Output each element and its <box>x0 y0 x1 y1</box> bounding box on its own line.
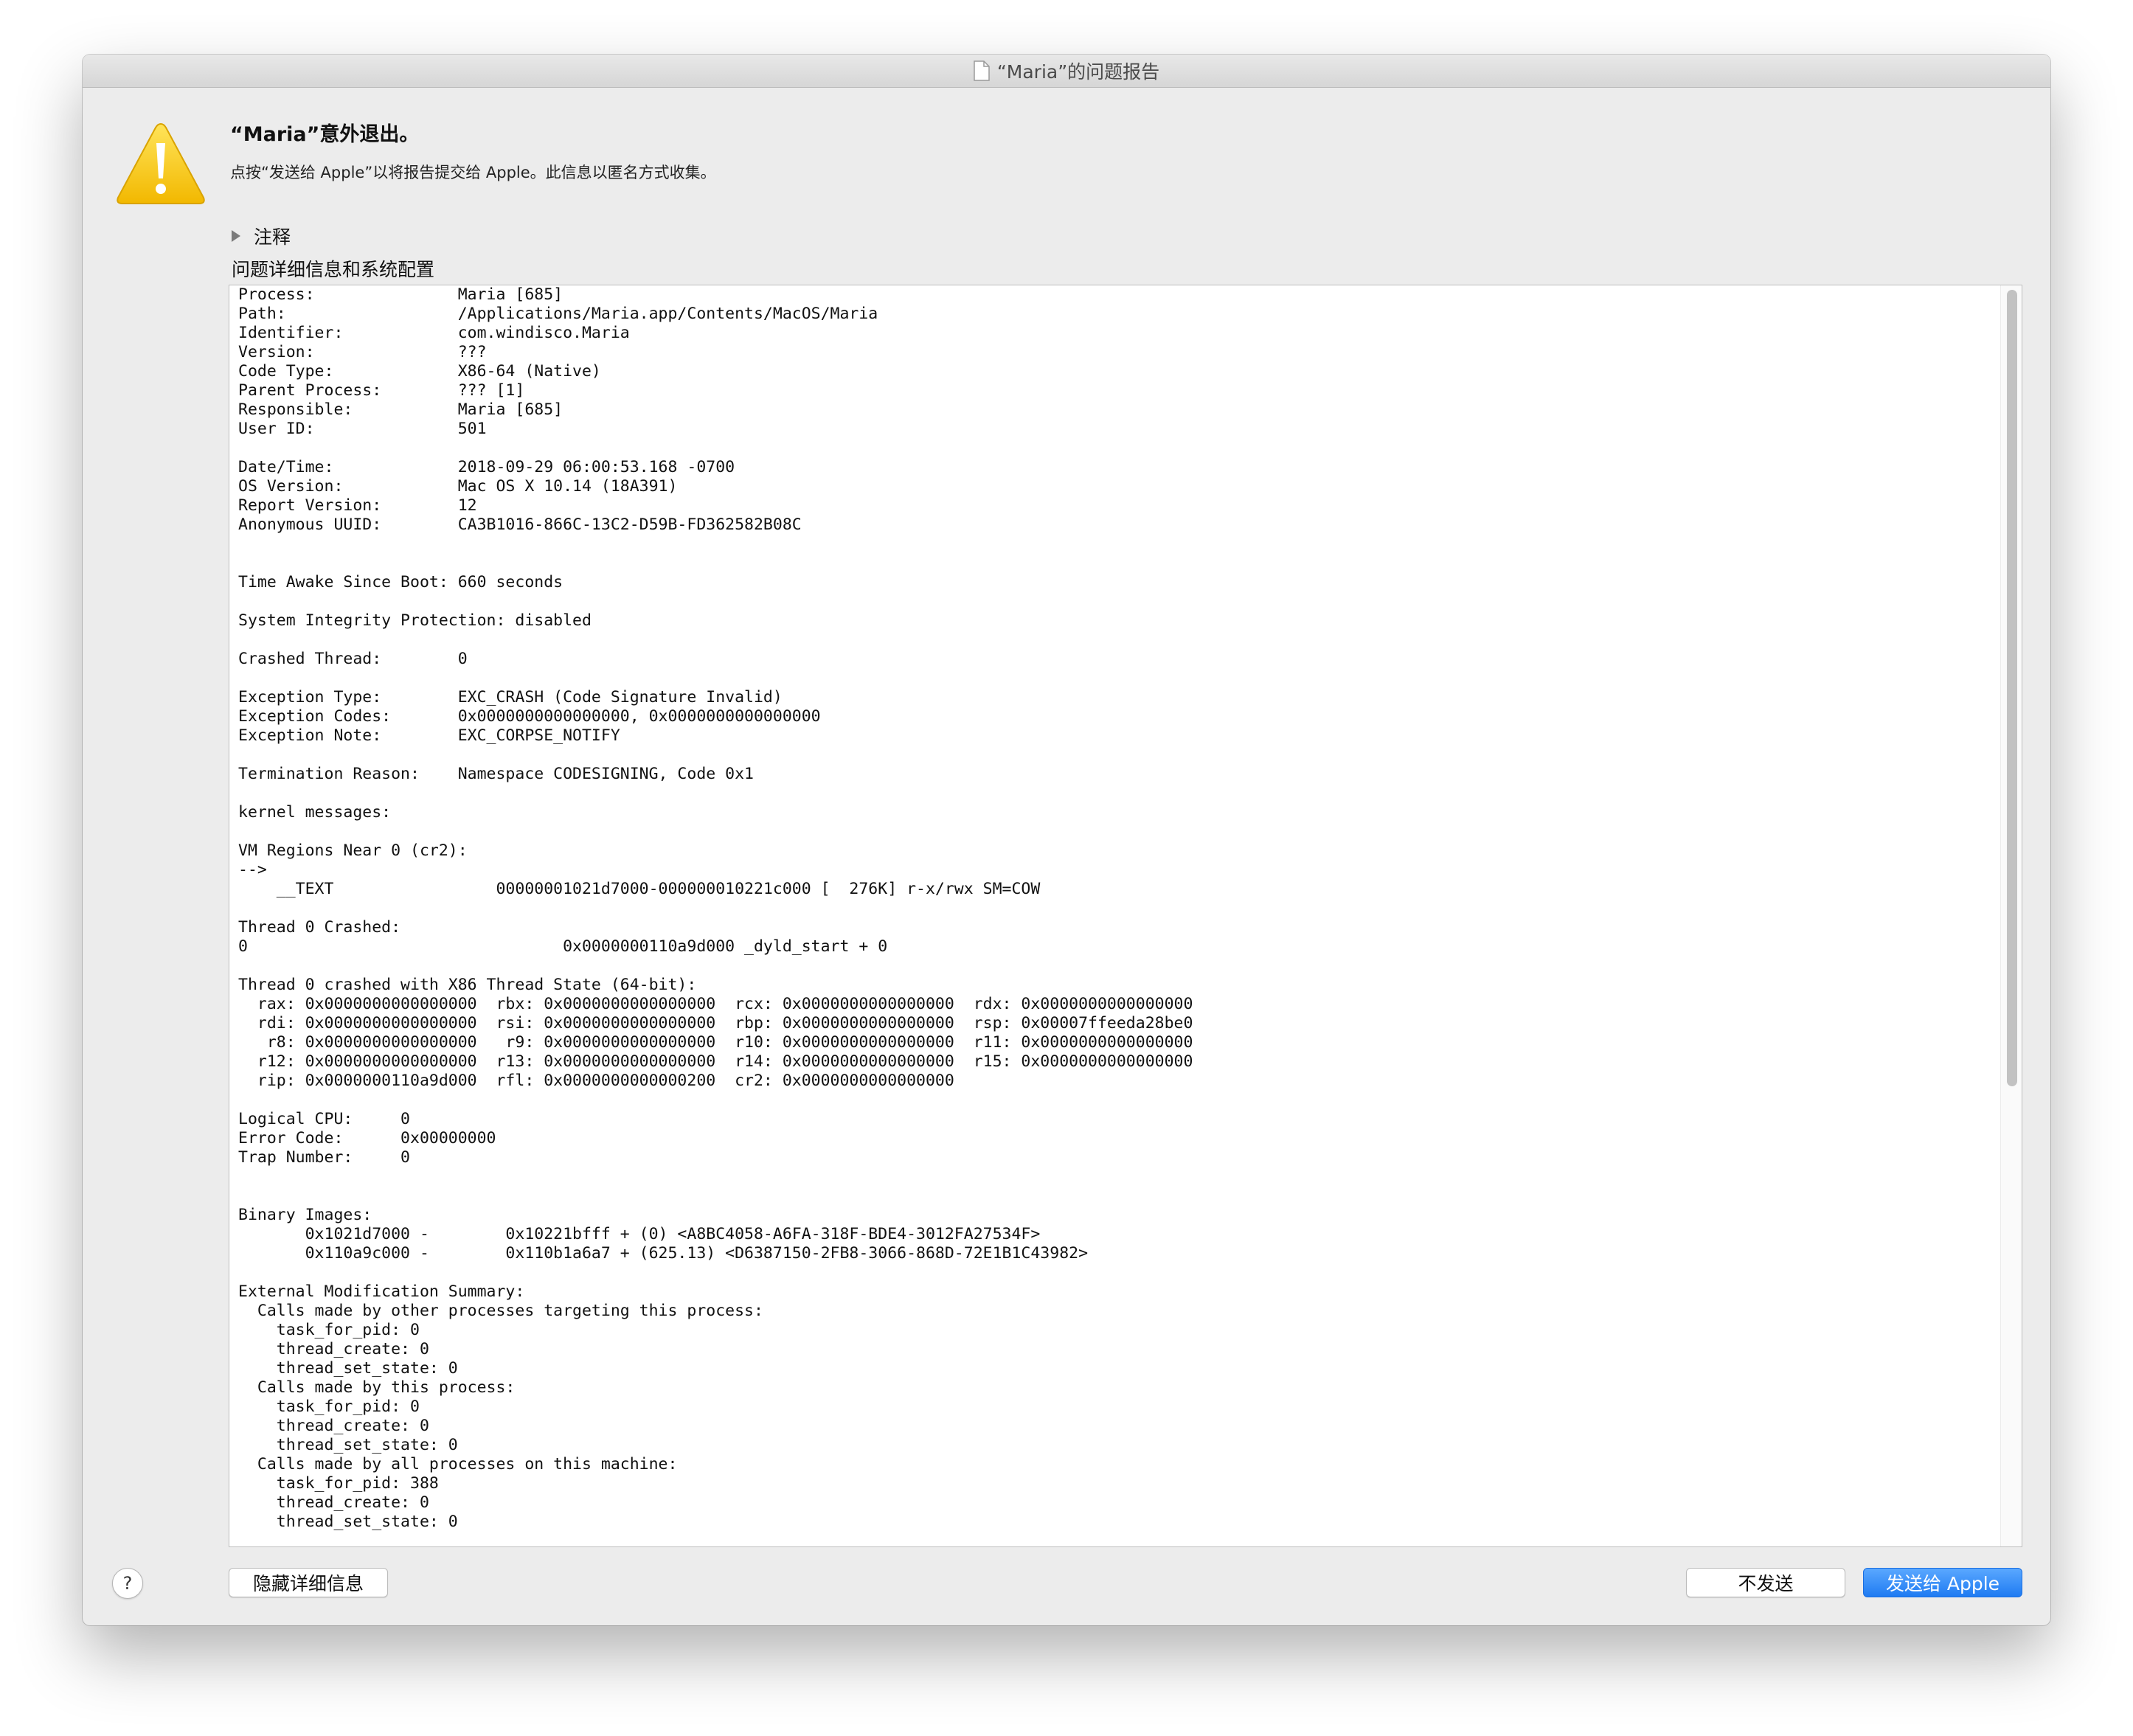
crash-reporter-window: “Maria”的问题报告 “Maria”意外退出。 点按“发送给 Apple”以… <box>83 55 2050 1625</box>
scrollbar-thumb[interactable] <box>2007 290 2017 1086</box>
hide-details-button[interactable]: 隐藏详细信息 <box>229 1568 388 1597</box>
details-label: 问题详细信息和系统配置 <box>232 259 435 280</box>
warning-icon <box>117 122 205 204</box>
report-text: Process: Maria [685] Path: /Applications… <box>238 285 1193 1531</box>
vertical-scrollbar[interactable] <box>2000 285 2022 1546</box>
document-icon <box>974 60 990 81</box>
window-title: “Maria”的问题报告 <box>996 61 1160 83</box>
alert-heading: “Maria”意外退出。 <box>230 123 420 146</box>
send-to-apple-button[interactable]: 发送给 Apple <box>1863 1568 2022 1597</box>
alert-message: 点按“发送给 Apple”以将报告提交给 Apple。此信息以匿名方式收集。 <box>230 164 716 181</box>
comments-label: 注释 <box>254 226 291 248</box>
help-button[interactable]: ? <box>112 1568 143 1599</box>
title-bar[interactable]: “Maria”的问题报告 <box>83 55 2050 88</box>
comments-disclosure[interactable]: 注释 <box>232 223 291 249</box>
disclosure-triangle-icon <box>232 230 240 242</box>
dont-send-button[interactable]: 不发送 <box>1686 1568 1845 1597</box>
report-text-view[interactable]: Process: Maria [685] Path: /Applications… <box>229 285 2022 1547</box>
